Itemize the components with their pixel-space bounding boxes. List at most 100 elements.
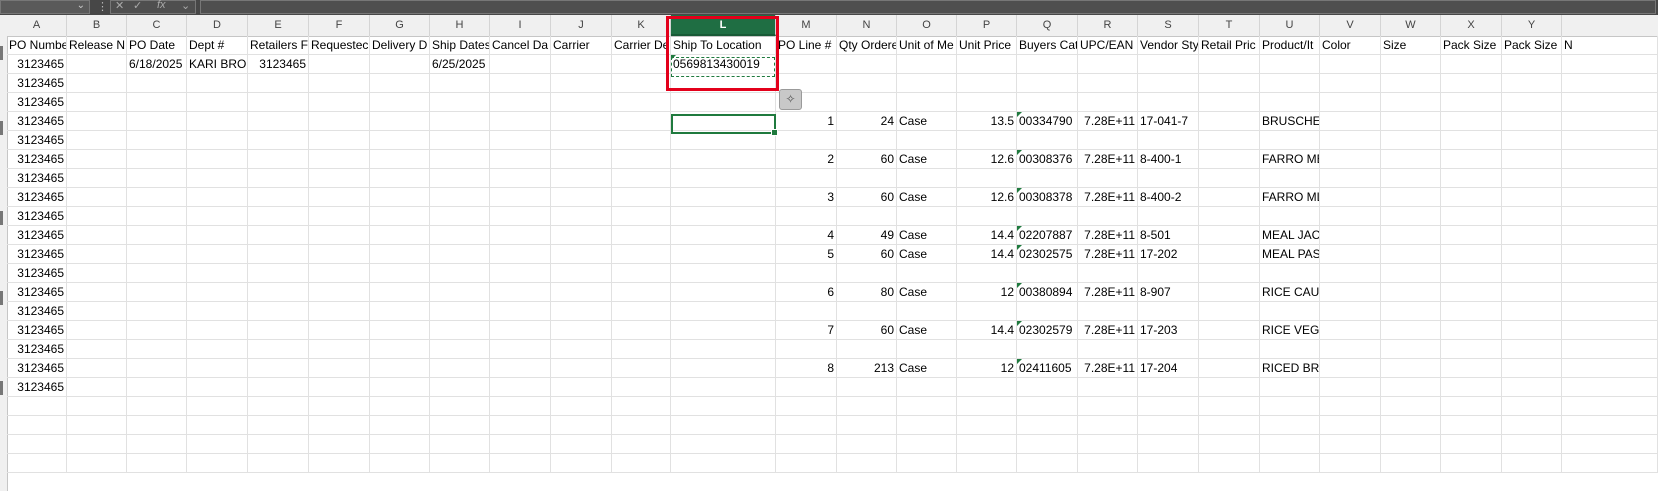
cell-c2[interactable]: 6/18/2025 — [127, 55, 187, 74]
cell-j9[interactable] — [551, 188, 612, 207]
cell-y6[interactable] — [1502, 131, 1562, 150]
cell-t4[interactable] — [1199, 93, 1260, 112]
cell-t21[interactable] — [1199, 416, 1260, 435]
cell-i19[interactable] — [490, 378, 551, 397]
cell-p22[interactable] — [957, 435, 1017, 454]
cell-b15[interactable] — [67, 302, 127, 321]
cell-s13[interactable] — [1138, 264, 1199, 283]
column-header-s[interactable]: S — [1138, 15, 1199, 36]
cell-h5[interactable] — [430, 112, 490, 131]
cell-m22[interactable] — [776, 435, 837, 454]
cell-e10[interactable] — [248, 207, 309, 226]
cell-c22[interactable] — [127, 435, 187, 454]
cell-l3[interactable] — [671, 74, 776, 93]
cell-s23[interactable] — [1138, 454, 1199, 473]
cell-b18[interactable] — [67, 359, 127, 378]
cell-f7[interactable] — [309, 150, 370, 169]
cell-o10[interactable] — [897, 207, 957, 226]
cell-q6[interactable] — [1017, 131, 1078, 150]
cell-r21[interactable] — [1078, 416, 1138, 435]
cell-i21[interactable] — [490, 416, 551, 435]
cell-d10[interactable] — [187, 207, 248, 226]
cell-u6[interactable] — [1260, 131, 1320, 150]
cell-r23[interactable] — [1078, 454, 1138, 473]
cell-p14[interactable]: 12 — [957, 283, 1017, 302]
cell-y9[interactable] — [1502, 188, 1562, 207]
cell-q10[interactable] — [1017, 207, 1078, 226]
cell-g8[interactable] — [370, 169, 430, 188]
cell-o18[interactable]: Case — [897, 359, 957, 378]
cell-v4[interactable] — [1320, 93, 1381, 112]
cell-v2[interactable] — [1320, 55, 1381, 74]
cell-x21[interactable] — [1441, 416, 1502, 435]
cell-z6[interactable] — [1562, 131, 1658, 150]
cell-x19[interactable] — [1441, 378, 1502, 397]
cell-a14[interactable]: 3123465 — [7, 283, 67, 302]
cell-n21[interactable] — [837, 416, 897, 435]
cell-u9[interactable]: FARRO ML ARTKE LMN RST GC — [1260, 188, 1320, 207]
cell-p8[interactable] — [957, 169, 1017, 188]
cell-b19[interactable] — [67, 378, 127, 397]
error-indicator-icon[interactable] — [1017, 245, 1022, 250]
cell-j15[interactable] — [551, 302, 612, 321]
cell-d2[interactable]: KARI BROC — [187, 55, 248, 74]
error-indicator-icon[interactable] — [1017, 112, 1022, 117]
cell-h16[interactable] — [430, 321, 490, 340]
cell-a16[interactable]: 3123465 — [7, 321, 67, 340]
cell-b23[interactable] — [67, 454, 127, 473]
header-cell[interactable]: Pack Size — [1502, 36, 1562, 55]
cell-g15[interactable] — [370, 302, 430, 321]
cell-x22[interactable] — [1441, 435, 1502, 454]
cell-t3[interactable] — [1199, 74, 1260, 93]
cell-d23[interactable] — [187, 454, 248, 473]
cell-m19[interactable] — [776, 378, 837, 397]
cell-c21[interactable] — [127, 416, 187, 435]
cell-j10[interactable] — [551, 207, 612, 226]
cell-d20[interactable] — [187, 397, 248, 416]
column-header-w[interactable]: W — [1381, 15, 1441, 36]
cell-q14[interactable]: 00380894 — [1017, 283, 1078, 302]
cell-k11[interactable] — [612, 226, 671, 245]
cell-x4[interactable] — [1441, 93, 1502, 112]
header-cell[interactable]: Ship Dates — [430, 36, 490, 55]
cell-p12[interactable]: 14.4 — [957, 245, 1017, 264]
cell-l4[interactable] — [671, 93, 776, 112]
cell-i4[interactable] — [490, 93, 551, 112]
cell-v12[interactable] — [1320, 245, 1381, 264]
cell-s4[interactable] — [1138, 93, 1199, 112]
cell-t8[interactable] — [1199, 169, 1260, 188]
cell-g21[interactable] — [370, 416, 430, 435]
column-header-u[interactable]: U — [1260, 15, 1320, 36]
cell-y11[interactable] — [1502, 226, 1562, 245]
header-cell[interactable]: Ship To Location — [671, 36, 776, 55]
cell-z10[interactable] — [1562, 207, 1658, 226]
cell-o5[interactable]: Case — [897, 112, 957, 131]
cell-d22[interactable] — [187, 435, 248, 454]
cell-d6[interactable] — [187, 131, 248, 150]
cell-z12[interactable] — [1562, 245, 1658, 264]
cell-f23[interactable] — [309, 454, 370, 473]
cell-n8[interactable] — [837, 169, 897, 188]
cell-q2[interactable] — [1017, 55, 1078, 74]
cell-i10[interactable] — [490, 207, 551, 226]
cell-w17[interactable] — [1381, 340, 1441, 359]
cell-x10[interactable] — [1441, 207, 1502, 226]
cell-y8[interactable] — [1502, 169, 1562, 188]
cell-j7[interactable] — [551, 150, 612, 169]
cell-k20[interactable] — [612, 397, 671, 416]
cell-h6[interactable] — [430, 131, 490, 150]
cell-a8[interactable]: 3123465 — [7, 169, 67, 188]
cell-x14[interactable] — [1441, 283, 1502, 302]
cell-n6[interactable] — [837, 131, 897, 150]
header-cell[interactable]: Carrier De — [612, 36, 671, 55]
cell-l13[interactable] — [671, 264, 776, 283]
cell-g20[interactable] — [370, 397, 430, 416]
cell-u21[interactable] — [1260, 416, 1320, 435]
cell-z8[interactable] — [1562, 169, 1658, 188]
cell-t9[interactable] — [1199, 188, 1260, 207]
cell-g10[interactable] — [370, 207, 430, 226]
cell-g23[interactable] — [370, 454, 430, 473]
cell-x15[interactable] — [1441, 302, 1502, 321]
cell-m23[interactable] — [776, 454, 837, 473]
cell-x2[interactable] — [1441, 55, 1502, 74]
